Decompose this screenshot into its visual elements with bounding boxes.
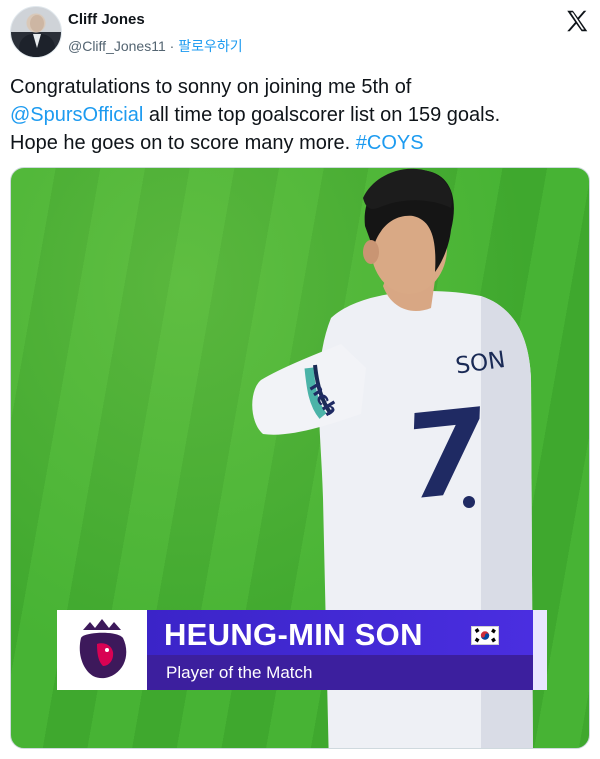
avatar[interactable] <box>10 6 62 58</box>
club-crest-icon <box>463 496 475 508</box>
tweet-line-3: Hope he goes on to score many more. #COY… <box>10 129 590 157</box>
tweet-media-photo[interactable]: SON 7 nch HEUNG-MIN SON Player of the Ma… <box>10 167 590 749</box>
handle-line: @Cliff_Jones11 · 팔로우하기 <box>68 36 243 56</box>
display-name[interactable]: Cliff Jones <box>68 11 145 28</box>
x-logo-icon[interactable] <box>564 8 590 34</box>
player-name-panel: HEUNG-MIN SON Player of the Match <box>147 610 547 690</box>
tweet-line-2-text: all time top goalscorer list on 159 goal… <box>143 104 501 126</box>
player-of-match-graphic: HEUNG-MIN SON Player of the Match <box>57 610 548 690</box>
shirt-number: 7 <box>403 382 491 527</box>
award-label: Player of the Match <box>166 663 313 682</box>
south-korea-flag-icon <box>471 626 499 645</box>
tweet-line-3-text: Hope he goes on to score many more. <box>10 132 356 154</box>
player-name: HEUNG-MIN SON <box>164 617 423 652</box>
tweet-line-2: @SpursOfficial all time top goalscorer l… <box>10 101 590 129</box>
tweet-header: Cliff Jones @Cliff_Jones11 · 팔로우하기 <box>10 6 590 60</box>
separator: · <box>165 38 179 54</box>
hashtag-link[interactable]: #COYS <box>356 132 424 154</box>
award-bar: Player of the Match <box>147 655 533 690</box>
tweet-line-1: Congratulations to sonny on joining me 5… <box>10 76 412 98</box>
premier-league-lion-icon <box>79 619 127 679</box>
follow-button[interactable]: 팔로우하기 <box>178 38 242 54</box>
tweet-text: Congratulations to sonny on joining me 5… <box>10 73 590 157</box>
premier-league-badge <box>57 610 147 690</box>
mention-link[interactable]: @SpursOfficial <box>10 104 143 126</box>
handle[interactable]: @Cliff_Jones11 <box>68 38 166 54</box>
